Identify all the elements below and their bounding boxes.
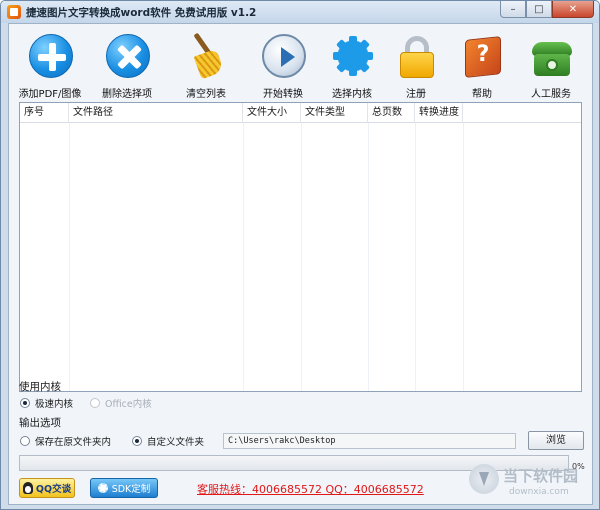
save-original-folder-radio[interactable]: 保存在原文件夹内 bbox=[20, 434, 111, 448]
column-page-count[interactable]: 总页数 bbox=[368, 103, 415, 123]
engine-section-title: 使用内核 bbox=[19, 381, 61, 393]
main-panel: 添加PDF/图像 删除选择项 清空列表 开始转换 选择内核 注册 ? 帮助 人工… bbox=[8, 23, 593, 505]
delete-icon bbox=[106, 34, 150, 78]
select-engine-label: 选择内核 bbox=[332, 89, 372, 100]
output-section-title: 输出选项 bbox=[19, 417, 61, 429]
radio-dot bbox=[20, 398, 30, 408]
service-hotline-link[interactable]: 客服热线：4006685572 QQ：4006685572 bbox=[197, 481, 424, 497]
output-path-field[interactable]: C:\Users\rakc\Desktop bbox=[223, 433, 516, 449]
radio-dot bbox=[90, 398, 100, 408]
engine-fast-label: 极速内核 bbox=[35, 399, 74, 410]
add-pdf-image-label: 添加PDF/图像 bbox=[18, 89, 82, 100]
column-file-type[interactable]: 文件类型 bbox=[301, 103, 368, 123]
qq-chat-button[interactable]: QQ交谈 bbox=[19, 478, 75, 498]
title-bar[interactable]: 捷速图片文字转换成word软件 免费试用版 v1.2 – □ ✕ bbox=[1, 1, 599, 23]
help-book-icon: ? bbox=[461, 34, 505, 78]
window-controls: – □ ✕ bbox=[500, 1, 594, 19]
column-file-size[interactable]: 文件大小 bbox=[243, 103, 301, 123]
human-service-label: 人工服务 bbox=[531, 89, 571, 100]
custom-folder-label: 自定义文件夹 bbox=[147, 437, 205, 448]
lock-icon bbox=[395, 34, 439, 78]
clear-list-button[interactable]: 清空列表 bbox=[171, 32, 241, 100]
column-progress[interactable]: 转换进度 bbox=[415, 103, 463, 123]
help-button[interactable]: ? 帮助 bbox=[447, 32, 517, 100]
start-convert-label: 开始转换 bbox=[263, 89, 303, 100]
start-convert-button[interactable]: 开始转换 bbox=[248, 32, 318, 100]
file-list[interactable]: 序号 文件路径 文件大小 文件类型 总页数 转换进度 bbox=[19, 102, 582, 392]
radio-dot bbox=[20, 436, 30, 446]
qq-chat-label: QQ交谈 bbox=[35, 484, 72, 495]
watermark-text: 当下软件园 bbox=[503, 467, 579, 485]
watermark-url: downxia.com bbox=[509, 487, 569, 497]
toolbar: 添加PDF/图像 删除选择项 清空列表 开始转换 选择内核 注册 ? 帮助 人工… bbox=[9, 24, 592, 102]
file-list-header: 序号 文件路径 文件大小 文件类型 总页数 转换进度 bbox=[20, 103, 581, 123]
delete-selected-button[interactable]: 删除选择项 bbox=[92, 32, 162, 100]
delete-selected-label: 删除选择项 bbox=[102, 89, 152, 100]
save-original-folder-label: 保存在原文件夹内 bbox=[35, 437, 112, 448]
browse-button[interactable]: 浏览 bbox=[528, 431, 584, 450]
file-list-body[interactable] bbox=[20, 123, 581, 391]
site-watermark: 当下软件园 downxia.com bbox=[467, 464, 595, 504]
qq-penguin-icon bbox=[22, 482, 33, 494]
radio-dot bbox=[132, 436, 142, 446]
column-index[interactable]: 序号 bbox=[20, 103, 69, 123]
gear-icon bbox=[331, 34, 375, 78]
custom-folder-radio[interactable]: 自定义文件夹 bbox=[132, 434, 204, 448]
engine-office-label: Office内核 bbox=[105, 399, 152, 410]
minimize-button[interactable]: – bbox=[500, 1, 526, 18]
maximize-button[interactable]: □ bbox=[526, 1, 552, 18]
sdk-custom-button[interactable]: SDK定制 bbox=[90, 478, 158, 498]
add-icon bbox=[29, 34, 73, 78]
download-arrow-icon bbox=[469, 464, 499, 494]
add-pdf-image-button[interactable]: 添加PDF/图像 bbox=[15, 32, 85, 100]
sdk-custom-label: SDK定制 bbox=[111, 484, 151, 495]
app-window: 捷速图片文字转换成word软件 免费试用版 v1.2 – □ ✕ 添加PDF/图… bbox=[0, 0, 600, 510]
engine-office-radio: Office内核 bbox=[90, 396, 152, 410]
select-engine-button[interactable]: 选择内核 bbox=[317, 32, 387, 100]
window-title: 捷速图片文字转换成word软件 免费试用版 v1.2 bbox=[26, 7, 257, 19]
register-label: 注册 bbox=[406, 89, 426, 100]
human-service-button[interactable]: 人工服务 bbox=[516, 32, 586, 100]
close-button[interactable]: ✕ bbox=[552, 1, 594, 18]
sdk-gear-icon bbox=[97, 483, 108, 493]
broom-icon bbox=[185, 32, 229, 80]
clear-list-label: 清空列表 bbox=[186, 89, 226, 100]
engine-fast-radio[interactable]: 极速内核 bbox=[20, 396, 73, 410]
play-icon bbox=[262, 34, 306, 78]
app-icon bbox=[7, 5, 21, 19]
column-file-path[interactable]: 文件路径 bbox=[69, 103, 243, 123]
help-label: 帮助 bbox=[472, 89, 492, 100]
phone-icon bbox=[530, 34, 574, 78]
register-button[interactable]: 注册 bbox=[381, 32, 451, 100]
